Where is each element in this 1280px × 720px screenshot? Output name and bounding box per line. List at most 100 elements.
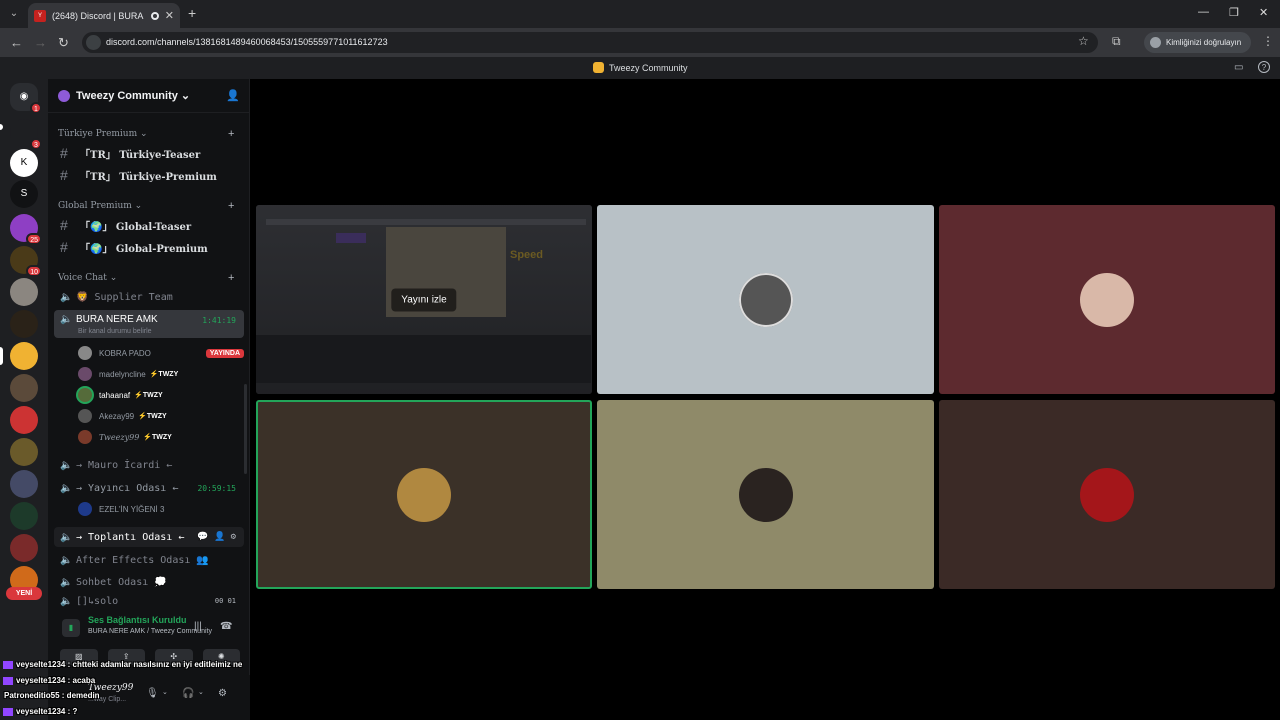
stream-preview-toolbar	[266, 219, 586, 225]
channel-status-hint[interactable]: Bir kanal durumu belirle	[78, 328, 152, 335]
connection-status[interactable]: Ses Bağlantısı Kuruldu	[88, 615, 187, 625]
voice-user[interactable]: Tweezy99 ⚡TWZY	[78, 428, 244, 446]
user-count: 00 01	[214, 597, 236, 605]
mic-icon[interactable]: 🎙	[146, 688, 159, 699]
maximize-icon[interactable]: ❐	[1229, 6, 1239, 19]
speaker-icon: 🔈	[60, 291, 73, 303]
server-header[interactable]: Tweezy Community ⌄ 👤	[48, 79, 250, 113]
server-icon-k[interactable]: K	[10, 149, 38, 177]
new-tab-button[interactable]: +	[188, 5, 196, 21]
add-channel-icon[interactable]: +	[228, 272, 234, 284]
server-icon-group[interactable]	[10, 374, 38, 402]
server-icon-portrait[interactable]	[10, 278, 38, 306]
voice-channel-supplier[interactable]: 🔈 🦁 Supplier Team	[54, 287, 244, 307]
avatar	[78, 367, 92, 381]
reload-icon[interactable]: ↻	[58, 35, 69, 51]
signal-icon[interactable]: ▮	[62, 619, 80, 637]
chevron-down-icon[interactable]: ⌄	[162, 688, 168, 696]
server-icon	[593, 62, 604, 73]
speaker-icon: 🔈	[60, 531, 73, 543]
user-tag: ⚡TWZY	[134, 392, 163, 399]
help-icon[interactable]: ?	[1258, 61, 1270, 73]
channel-global-premium[interactable]: # 「🌍」 Global-Premium	[54, 237, 244, 257]
browser-menu-icon[interactable]: ⋮	[1262, 34, 1274, 48]
user-tag: ⚡TWZY	[138, 413, 167, 420]
category-voice-chat[interactable]: Voice Chat ⌄ +	[58, 272, 234, 284]
voice-channel-mauro[interactable]: 🔈 → Mauro İcardi ←	[54, 455, 244, 475]
disconnect-icon[interactable]: ☎	[220, 621, 232, 632]
extensions-icon[interactable]: ⧉	[1112, 34, 1121, 49]
tab-search-icon[interactable]: ⌄	[6, 6, 22, 22]
headphones-icon[interactable]: 🎧	[182, 688, 194, 699]
server-icon-santa[interactable]	[10, 534, 38, 562]
channel-actions[interactable]: 💬 👤 ⚙	[197, 532, 236, 542]
voice-user[interactable]: tahaanaf ⚡TWZY	[78, 386, 244, 404]
discord-home-icon[interactable]: ◉ 1	[10, 83, 42, 114]
voice-channel-yayinci[interactable]: 🔈 → Yayıncı Odası ← 20:59:15	[54, 478, 244, 498]
avatar	[78, 502, 92, 516]
voice-channel-toplanti[interactable]: 🔈 → Toplantı Odası ← 💬 👤 ⚙	[54, 527, 244, 547]
channel-label: After Effects Odası 👥	[76, 554, 209, 566]
browser-tab[interactable]: Y (2648) Discord | BURA NERE ✕	[28, 3, 180, 28]
server-icon-tweezy[interactable]	[10, 342, 38, 370]
voice-user[interactable]: Akezay99 ⚡TWZY	[78, 407, 244, 425]
participant-tile[interactable]	[939, 205, 1275, 394]
inbox-icon[interactable]: ▭	[1234, 62, 1243, 73]
scrollbar[interactable]	[244, 384, 247, 474]
url-field[interactable]: discord.com/channels/1381681489460068453…	[82, 32, 1098, 53]
profile-label: Kimliğinizi doğrulayın	[1166, 38, 1242, 47]
tab-close-icon[interactable]: ✕	[165, 9, 174, 22]
recording-icon	[150, 11, 159, 20]
bookmark-star-icon[interactable]: ☆	[1078, 34, 1089, 48]
voice-user[interactable]: EZEL'İN YİĞENİ 3	[78, 500, 244, 518]
channel-label: → Mauro İcardi ←	[76, 459, 173, 471]
channel-tr-premium[interactable]: # 「TR」 Türkiye-Premium	[54, 165, 244, 185]
back-icon[interactable]: ←	[10, 35, 23, 50]
url-text: discord.com/channels/1381681489460068453…	[106, 37, 388, 47]
server-icon-pagemix[interactable]: 3	[10, 119, 42, 150]
stream-tile[interactable]: Speed Yayını izle	[256, 205, 592, 394]
speaker-icon: 🔈	[60, 595, 73, 607]
add-channel-icon[interactable]: +	[228, 200, 234, 212]
invite-people-icon[interactable]: 👤	[226, 89, 240, 102]
server-icon-dark[interactable]	[10, 310, 38, 338]
server-icon-green[interactable]	[10, 502, 38, 530]
add-channel-icon[interactable]: +	[228, 128, 234, 140]
profile-button[interactable]: Kimliğinizi doğrulayın	[1144, 32, 1252, 53]
voice-connection-panel: ▮ Ses Bağlantısı Kuruldu BURA NERE AMK /…	[54, 613, 244, 647]
participant-tile[interactable]	[597, 205, 934, 394]
participant-tile-speaking[interactable]	[256, 400, 592, 589]
server-icon-s[interactable]: S	[10, 180, 38, 208]
server-icon-soldier[interactable]	[10, 438, 38, 466]
server-icon-red[interactable]	[10, 406, 38, 434]
channel-tr-teaser[interactable]: # 「TR」 Türkiye-Teaser	[54, 143, 244, 163]
minimize-icon[interactable]: —	[1198, 6, 1209, 18]
channel-global-teaser[interactable]: # 「🌍」 Global-Teaser	[54, 215, 244, 235]
chevron-down-icon[interactable]: ⌄	[198, 688, 204, 696]
participant-tile[interactable]	[597, 400, 934, 589]
category-label: Voice Chat	[58, 273, 107, 283]
user-name: Tweezy99	[99, 432, 140, 442]
server-icon-purple[interactable]: 25	[10, 214, 42, 245]
unread-pill	[0, 124, 3, 130]
category-label: Türkiye Premium	[58, 129, 138, 139]
voice-channel-after[interactable]: 🔈 After Effects Odası 👥	[54, 550, 244, 570]
participant-tile[interactable]	[939, 400, 1275, 589]
server-icon-anime[interactable]	[10, 470, 38, 498]
category-tr-premium[interactable]: Türkiye Premium ⌄ +	[58, 128, 234, 140]
category-global-premium[interactable]: Global Premium ⌄ +	[58, 200, 234, 212]
forward-icon[interactable]: →	[34, 35, 47, 50]
voice-channel-solo[interactable]: 🔈 []↳solo 00 01	[54, 595, 244, 607]
voice-user[interactable]: madelyncline ⚡TWZY	[78, 365, 244, 383]
noise-suppression-icon[interactable]: |||	[194, 621, 202, 632]
server-name: Tweezy Community	[76, 89, 178, 102]
voice-user[interactable]: KOBRA PADO YAYINDA	[78, 344, 244, 362]
chat-text: Patroneditio55 : demedin	[4, 691, 100, 700]
voice-channel-sohbet[interactable]: 🔈 Sohbet Odası 💭	[54, 572, 244, 592]
settings-gear-icon[interactable]: ⚙	[218, 688, 227, 699]
site-info-icon[interactable]	[86, 35, 101, 50]
watch-stream-button[interactable]: Yayını izle	[391, 288, 457, 311]
server-icon-gold[interactable]: 10	[10, 246, 42, 277]
window-close-icon[interactable]: ✕	[1259, 6, 1268, 19]
new-badge[interactable]: YENİ	[6, 587, 42, 600]
